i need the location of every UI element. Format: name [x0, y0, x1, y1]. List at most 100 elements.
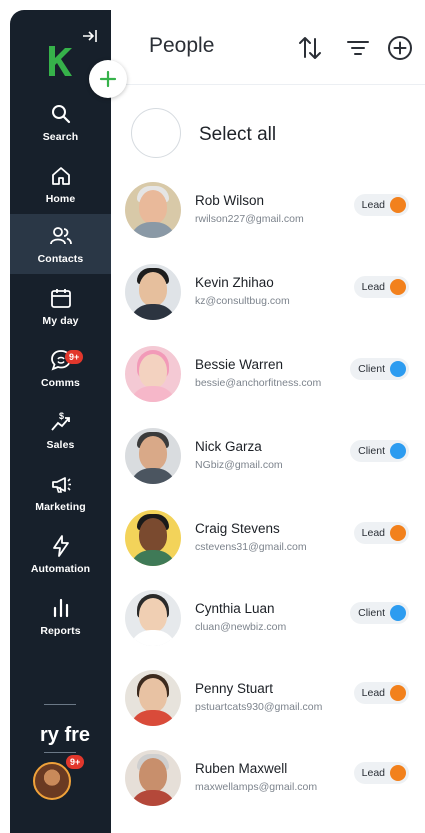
search-icon — [51, 104, 70, 123]
sidebar-item-reports[interactable]: Reports — [10, 586, 111, 646]
sidebar-item-comms[interactable]: 9+ Comms — [10, 338, 111, 398]
contact-row[interactable]: Ruben Maxwell maxwellamps@gmail.com Lead — [111, 740, 425, 820]
contact-row[interactable]: Kevin Zhihao kz@consultbug.com Lead — [111, 254, 425, 334]
plus-icon — [99, 70, 117, 88]
sidebar-item-label: Home — [45, 192, 76, 205]
status-badge[interactable]: Client — [350, 440, 409, 462]
status-label: Lead — [361, 687, 385, 699]
sidebar-item-label: Sales — [46, 438, 75, 451]
contact-avatar — [125, 264, 181, 320]
sidebar-item-label: Search — [42, 130, 79, 143]
contact-name: Ruben Maxwell — [195, 761, 288, 776]
page-title: People — [149, 34, 215, 57]
status-badge[interactable]: Lead — [353, 276, 409, 298]
user-avatar[interactable] — [33, 762, 71, 800]
sidebar-item-marketing[interactable]: Marketing — [10, 462, 111, 522]
select-all-label: Select all — [199, 124, 277, 145]
collapse-sidebar-icon[interactable] — [80, 26, 100, 46]
contact-name: Rob Wilson — [195, 193, 265, 208]
status-dot — [390, 361, 406, 377]
contact-name: Cynthia Luan — [195, 601, 275, 616]
filter-icon[interactable] — [344, 34, 372, 62]
calendar-icon — [50, 288, 71, 308]
status-badge[interactable]: Lead — [353, 762, 409, 784]
contact-row[interactable]: Craig Stevens cstevens31@gmail.com Lead — [111, 500, 425, 580]
megaphone-icon — [51, 476, 71, 493]
sort-arrows-icon[interactable] — [296, 34, 324, 62]
contact-name: Kevin Zhihao — [195, 275, 274, 290]
sidebar-item-contacts[interactable]: Contacts — [10, 214, 111, 274]
contact-row[interactable]: Penny Stuart pstuartcats930@gmail.com Le… — [111, 660, 425, 740]
status-badge[interactable]: Lead — [353, 682, 409, 704]
sidebar-divider — [44, 752, 76, 753]
status-badge[interactable]: Client — [350, 602, 409, 624]
try-free-link[interactable]: ry fre — [40, 722, 100, 748]
page-header: People — [111, 10, 425, 84]
status-label: Lead — [361, 281, 385, 293]
sidebar-item-label: Comms — [40, 376, 80, 389]
status-badge[interactable]: Client — [350, 358, 409, 380]
select-all-row[interactable]: Select all — [131, 108, 411, 162]
sidebar-item-my-day[interactable]: My day — [10, 276, 111, 336]
contact-email: cluan@newbiz.com — [195, 621, 287, 633]
keap-logo[interactable] — [46, 44, 74, 78]
contact-name: Nick Garza — [195, 439, 262, 454]
contact-email: rwilson227@gmail.com — [195, 213, 304, 225]
contact-email: bessie@anchorfitness.com — [195, 377, 322, 389]
sidebar-item-home[interactable]: Home — [10, 154, 111, 214]
contacts-icon — [49, 226, 72, 244]
contact-email: cstevens31@gmail.com — [195, 541, 307, 553]
status-badge[interactable]: Lead — [353, 194, 409, 216]
add-circle-icon[interactable] — [386, 34, 414, 62]
notifications-badge: 9+ — [66, 755, 85, 769]
contact-avatar — [125, 510, 181, 566]
home-icon — [51, 166, 70, 185]
sales-icon: $ — [50, 411, 70, 431]
contact-row[interactable]: Rob Wilson rwilson227@gmail.com Lead — [111, 172, 425, 252]
status-dot — [390, 279, 406, 295]
sidebar-item-label: Marketing — [35, 500, 86, 513]
status-dot — [390, 605, 406, 621]
contact-email: pstuartcats930@gmail.com — [195, 701, 323, 713]
contact-avatar — [125, 670, 181, 726]
contact-name: Bessie Warren — [195, 357, 284, 372]
sidebar-item-search[interactable]: Search — [10, 92, 111, 152]
contact-avatar — [125, 346, 181, 402]
contact-row[interactable]: Nick Garza NGbiz@gmail.com Client — [111, 418, 425, 498]
quick-add-button[interactable] — [89, 60, 127, 98]
contact-row[interactable]: Bessie Warren bessie@anchorfitness.com C… — [111, 336, 425, 416]
sidebar-item-label: My day — [42, 314, 79, 327]
status-label: Lead — [361, 527, 385, 539]
status-dot — [390, 525, 406, 541]
status-badge[interactable]: Lead — [353, 522, 409, 544]
contact-avatar — [125, 428, 181, 484]
status-label: Client — [358, 363, 385, 375]
status-label: Client — [358, 445, 385, 457]
contact-avatar — [125, 590, 181, 646]
header-divider — [111, 84, 425, 85]
select-all-checkbox[interactable] — [131, 108, 181, 158]
status-dot — [390, 443, 406, 459]
contact-email: NGbiz@gmail.com — [195, 459, 283, 471]
status-label: Lead — [361, 767, 385, 779]
svg-text:$: $ — [59, 411, 64, 421]
contact-avatar — [125, 182, 181, 238]
app: Search Home Contacts My day 9+ Comms $ S… — [0, 0, 425, 833]
contact-email: maxwellamps@gmail.com — [195, 781, 318, 793]
status-label: Client — [358, 607, 385, 619]
status-dot — [390, 197, 406, 213]
sidebar-item-label: Contacts — [37, 252, 84, 265]
sidebar-item-label: Automation — [30, 562, 91, 575]
sidebar-item-automation[interactable]: Automation — [10, 524, 111, 584]
contact-email: kz@consultbug.com — [195, 295, 290, 307]
comms-badge: 9+ — [65, 350, 84, 364]
sidebar-item-sales[interactable]: $ Sales — [10, 400, 111, 460]
sidebar-item-label: Reports — [40, 624, 81, 637]
contact-name: Craig Stevens — [195, 521, 280, 536]
bar-chart-icon — [53, 598, 68, 617]
status-label: Lead — [361, 199, 385, 211]
status-dot — [390, 765, 406, 781]
contact-avatar — [125, 750, 181, 806]
sidebar-divider — [44, 704, 76, 705]
contact-row[interactable]: Cynthia Luan cluan@newbiz.com Client — [111, 580, 425, 660]
